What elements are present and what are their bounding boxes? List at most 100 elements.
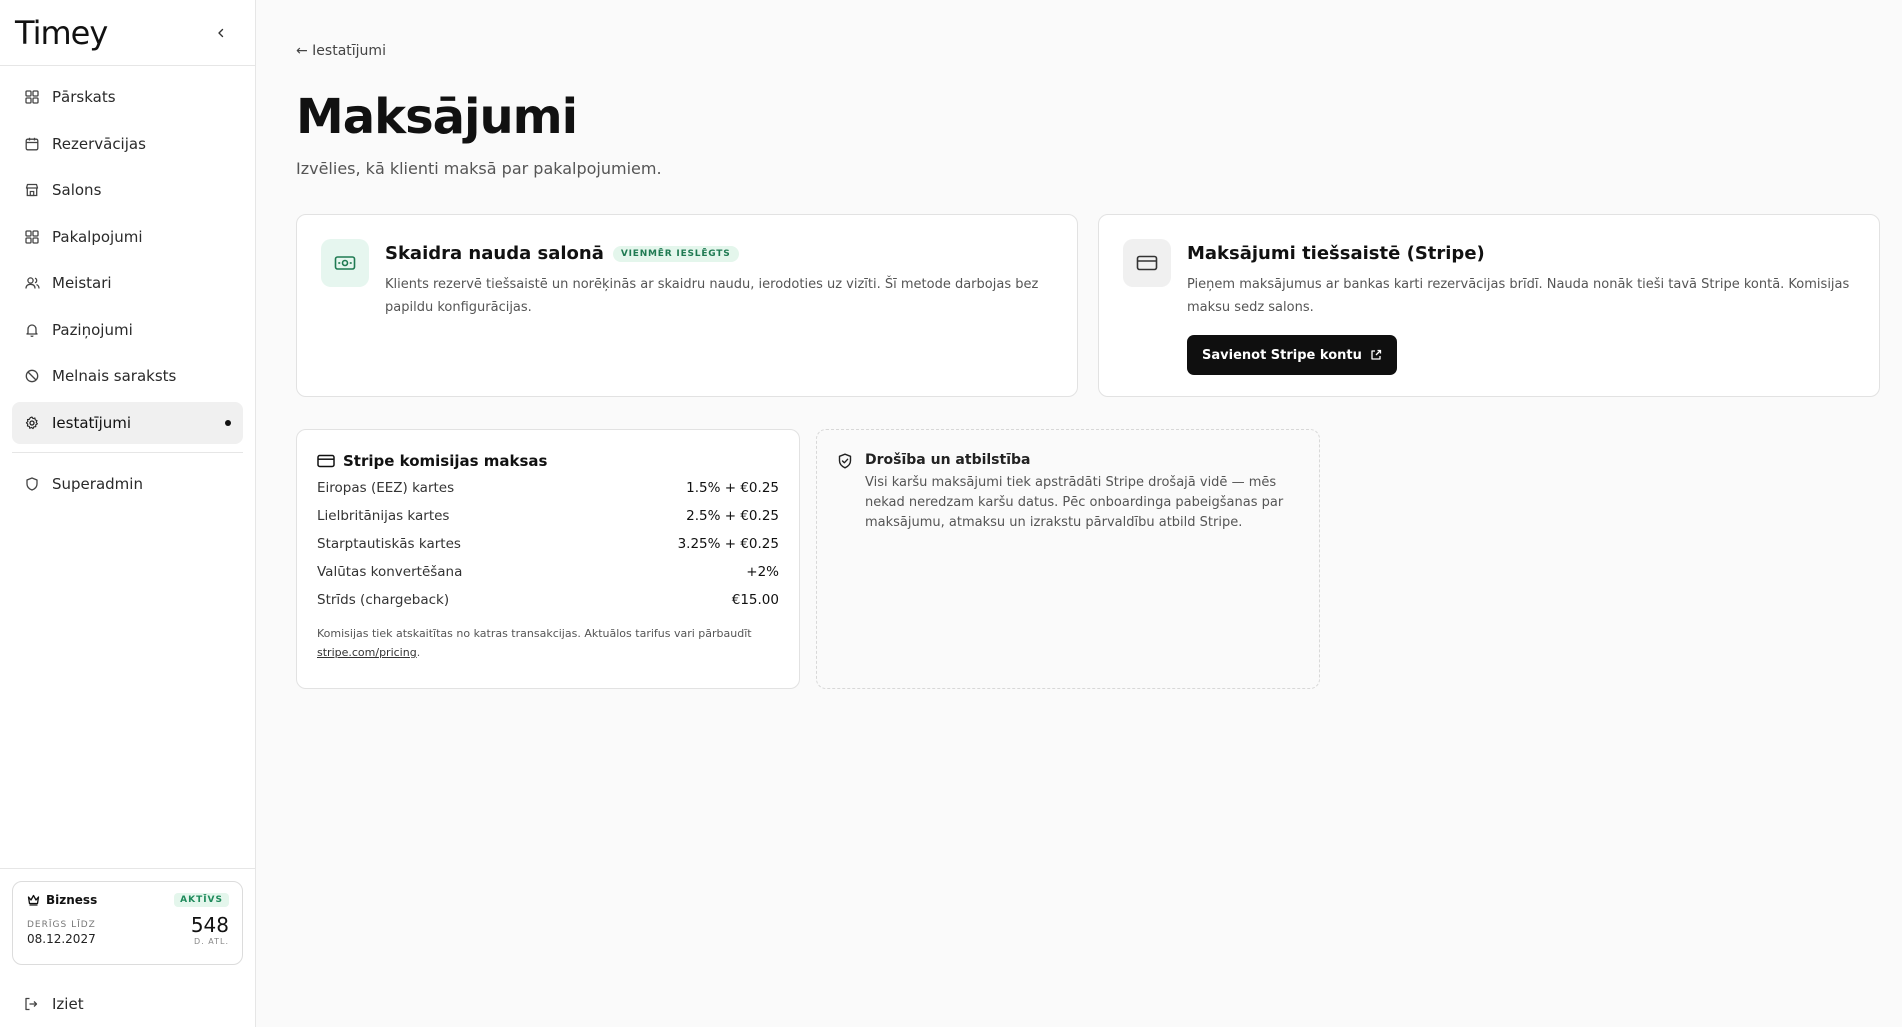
fees-note-end: .	[416, 646, 421, 659]
active-indicator-dot	[225, 419, 231, 426]
shield-check-icon	[837, 453, 853, 666]
page-title: Maksājumi	[296, 89, 578, 145]
security-body: Drošība un atbilstība Visi karšu maksāju…	[865, 452, 1295, 666]
stripe-pricing-link[interactable]: stripe.com/pricing	[317, 646, 417, 659]
sidebar-item-overview[interactable]: Pārskats	[12, 76, 243, 118]
connect-stripe-label: Savienot Stripe kontu	[1202, 347, 1362, 363]
security-card: Drošība un atbilstība Visi karšu maksāju…	[816, 429, 1320, 689]
users-icon	[24, 275, 40, 291]
plan-days-label: D. ATL.	[194, 937, 229, 946]
stripe-fees-title: Stripe komisijas maksas	[343, 452, 548, 470]
security-text: Visi karšu maksājumi tiek apstrādāti Str…	[865, 475, 1284, 530]
cash-payment-description: Klients rezervē tiešsaistē un norēķinās …	[385, 277, 1039, 315]
ban-icon	[24, 368, 40, 384]
plan-name-label: Bizness	[46, 893, 98, 907]
sidebar-item-services[interactable]: Pakalpojumi	[12, 216, 243, 258]
fee-label: Strīds (chargeback)	[317, 592, 450, 608]
status-badge: AKTĪVS	[174, 893, 229, 907]
sidebar-item-label: Melnais saraksts	[52, 367, 177, 385]
credit-card-icon	[1123, 239, 1171, 287]
cash-payment-title: Skaidra nauda salonā	[385, 243, 604, 264]
fee-value: €15.00	[731, 592, 779, 608]
stripe-payment-title: Maksājumi tiešsaistē (Stripe)	[1187, 243, 1485, 264]
sidebar-item-masters[interactable]: Meistari	[12, 262, 243, 304]
stripe-info-row: Stripe komisijas maksas Eiropas (EEZ) ka…	[296, 429, 1880, 689]
main-content: ← Iestatījumi Maksājumi Izvēlies, kā kli…	[256, 0, 1902, 1027]
stripe-fees-header: Stripe komisijas maksas	[317, 452, 779, 470]
plan-details: DERĪGS LĪDZ 08.12.2027 548 D. ATL.	[27, 915, 229, 946]
fee-label: Lielbritānijas kartes	[317, 508, 450, 524]
sidebar-item-notifications[interactable]: Paziņojumi	[12, 309, 243, 351]
fee-row: Eiropas (EEZ) kartes 1.5% + €0.25	[317, 480, 779, 498]
cash-payment-body: Skaidra nauda salonā VIENMĒR IESLĒGTS Kl…	[385, 239, 1053, 372]
sidebar-item-label: Iestatījumi	[52, 413, 132, 432]
plan-name: Bizness	[27, 893, 97, 907]
sidebar-item-label: Pakalpojumi	[52, 227, 143, 246]
sidebar-item-label: Meistari	[52, 274, 112, 292]
cash-payment-header: Skaidra nauda salonā VIENMĒR IESLĒGTS	[385, 243, 1053, 264]
fee-label: Valūtas konvertēšana	[317, 564, 463, 580]
grid-icon	[24, 229, 40, 245]
fee-value: 2.5% + €0.25	[686, 508, 779, 524]
stripe-payment-description: Pieņem maksājumus ar bankas karti rezerv…	[1187, 277, 1850, 315]
sidebar-nav: Pārskats Rezervācijas Salons Pakalpojumi	[0, 66, 255, 509]
plan-valid-label: DERĪGS LĪDZ	[27, 920, 96, 930]
sidebar-item-blacklist[interactable]: Melnais saraksts	[12, 355, 243, 397]
stripe-payment-header: Maksājumi tiešsaistē (Stripe)	[1187, 243, 1855, 264]
chevron-left-icon	[218, 28, 224, 37]
always-on-badge: VIENMĒR IESLĒGTS	[612, 245, 739, 262]
fee-label: Starptautiskās kartes	[317, 536, 461, 552]
app-root: Timey Pārskats Rezervācijas Salons Pakal…	[0, 0, 1902, 1027]
store-icon	[24, 182, 40, 198]
calendar-icon	[24, 136, 40, 152]
logout-icon	[24, 996, 40, 1012]
security-title: Drošība un atbilstība	[865, 452, 1031, 468]
stripe-fees-card: Stripe komisijas maksas Eiropas (EEZ) ka…	[296, 429, 800, 689]
fee-row: Lielbritānijas kartes 2.5% + €0.25	[317, 508, 779, 526]
sidebar-item-reservations[interactable]: Rezervācijas	[12, 123, 243, 165]
page-subtitle: Izvēlies, kā klienti maksā par pakalpoju…	[296, 159, 662, 178]
plan-card: Bizness AKTĪVS DERĪGS LĪDZ 08.12.2027 54…	[12, 881, 243, 965]
plan-header: Bizness AKTĪVS	[27, 893, 229, 907]
collapse-sidebar-button[interactable]	[211, 23, 231, 43]
external-link-icon	[1371, 349, 1382, 360]
stripe-payment-card: Maksājumi tiešsaistē (Stripe) Pieņem mak…	[1098, 214, 1880, 397]
connect-stripe-button[interactable]: Savienot Stripe kontu	[1187, 335, 1397, 375]
plan-days: 548 D. ATL.	[191, 915, 229, 946]
stripe-payment-body: Maksājumi tiešsaistē (Stripe) Pieņem mak…	[1187, 239, 1855, 375]
logo: Timey	[15, 13, 108, 52]
crown-icon	[27, 894, 40, 906]
fee-row: Starptautiskās kartes 3.25% + €0.25	[317, 536, 779, 554]
sidebar-item-settings[interactable]: Iestatījumi	[12, 401, 243, 444]
fee-row: Valūtas konvertēšana +2%	[317, 564, 779, 582]
sidebar-item-label: Pārskats	[52, 88, 116, 106]
logout-label: Iziet	[52, 995, 84, 1013]
sidebar-divider	[12, 451, 243, 453]
fees-note-text: Komisijas tiek atskaitītas no katras tra…	[317, 627, 752, 640]
plan-valid: DERĪGS LĪDZ 08.12.2027	[27, 920, 96, 946]
sidebar-footer: Bizness AKTĪVS DERĪGS LĪDZ 08.12.2027 54…	[0, 868, 255, 1027]
back-to-settings-link[interactable]: ← Iestatījumi	[296, 43, 386, 59]
grid-icon	[24, 89, 40, 105]
plan-valid-date: 08.12.2027	[27, 932, 96, 946]
sidebar-item-label: Salons	[52, 181, 102, 199]
sidebar-item-superadmin[interactable]: Superadmin	[12, 463, 243, 505]
gear-icon	[24, 415, 40, 431]
fee-label: Eiropas (EEZ) kartes	[317, 480, 455, 496]
cash-icon	[321, 239, 369, 287]
fee-value: 3.25% + €0.25	[677, 536, 779, 552]
shield-icon	[24, 476, 40, 492]
payment-methods: Skaidra nauda salonā VIENMĒR IESLĒGTS Kl…	[296, 214, 1880, 397]
sidebar: Timey Pārskats Rezervācijas Salons Pakal…	[0, 0, 256, 1027]
plan-days-count: 548	[190, 913, 229, 937]
cash-payment-card: Skaidra nauda salonā VIENMĒR IESLĒGTS Kl…	[296, 214, 1078, 397]
sidebar-item-label: Paziņojumi	[52, 320, 133, 339]
credit-card-icon	[317, 454, 335, 468]
bell-icon	[24, 322, 40, 338]
fee-value: 1.5% + €0.25	[686, 480, 779, 496]
fee-row: Strīds (chargeback) €15.00	[317, 592, 779, 610]
sidebar-item-salon[interactable]: Salons	[12, 169, 243, 211]
fee-value: +2%	[746, 564, 779, 580]
logout-button[interactable]: Iziet	[12, 983, 243, 1025]
sidebar-item-label: Superadmin	[52, 474, 143, 493]
